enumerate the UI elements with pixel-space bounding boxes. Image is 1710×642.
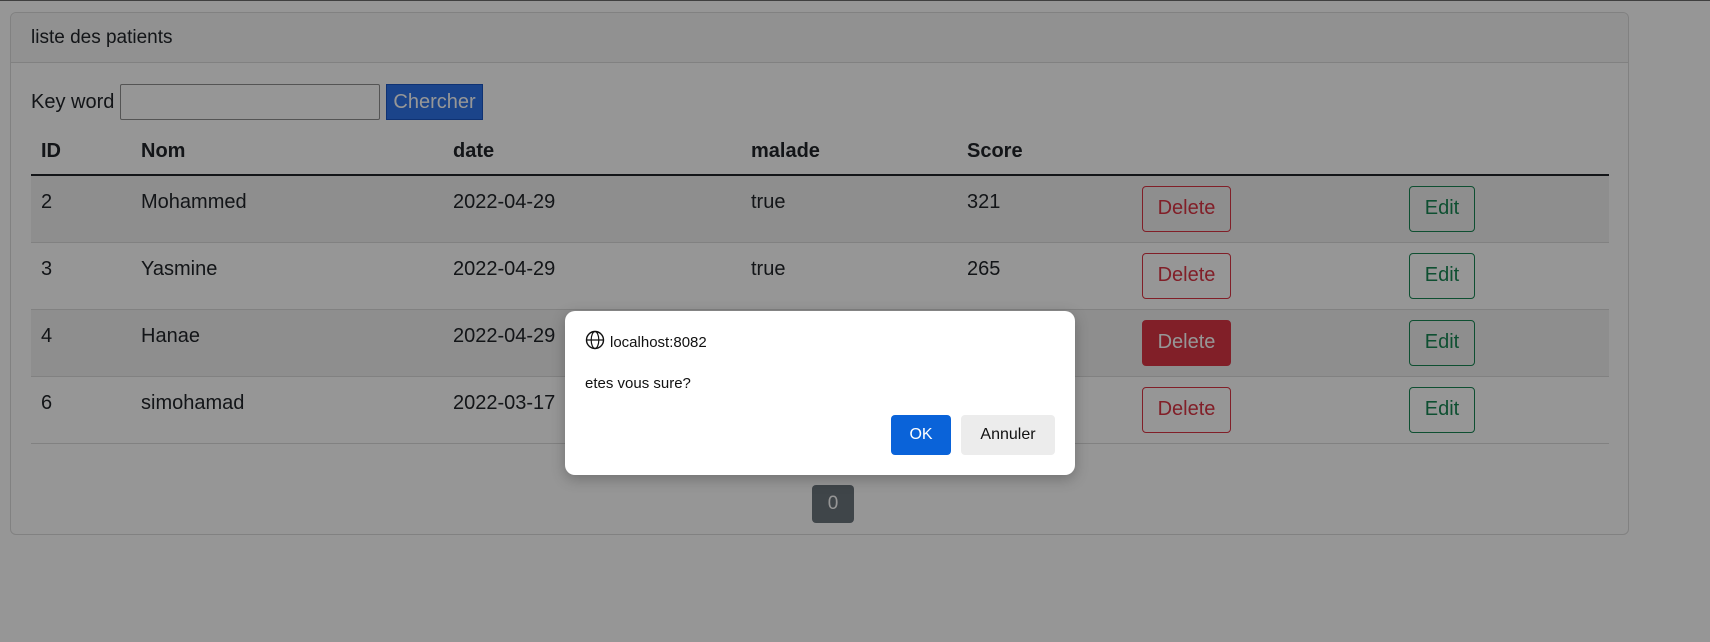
ok-button[interactable]: OK (891, 415, 951, 455)
dialog-message: etes vous sure? (585, 375, 691, 392)
dialog-origin: localhost:8082 (585, 330, 707, 354)
confirm-dialog: localhost:8082 etes vous sure? OK Annule… (565, 311, 1075, 475)
dialog-origin-text: localhost:8082 (610, 333, 707, 351)
cancel-button[interactable]: Annuler (961, 415, 1055, 455)
globe-icon (585, 330, 610, 354)
